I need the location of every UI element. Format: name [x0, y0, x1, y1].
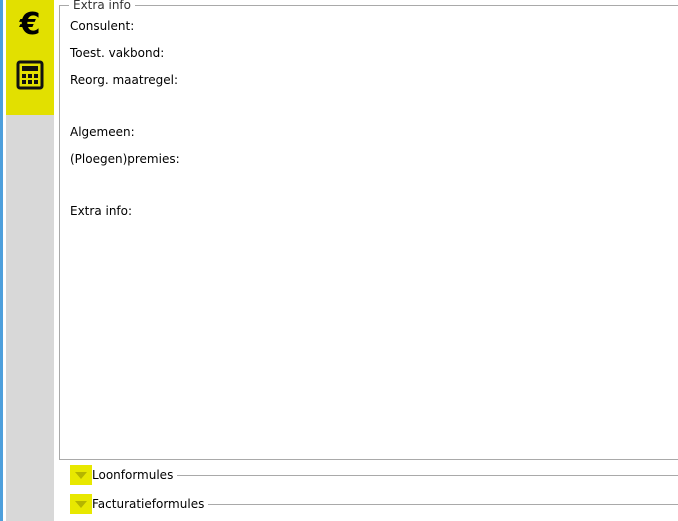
- chevron-down-icon: [75, 500, 87, 508]
- extra-info-label: Extra info:: [70, 204, 133, 218]
- euro-button[interactable]: €: [6, 2, 54, 48]
- consulent-label: Consulent:: [70, 19, 135, 33]
- calculator-icon: [16, 60, 44, 90]
- algemeen-label: Algemeen:: [70, 125, 135, 139]
- expand-toggle-loonformules[interactable]: [70, 465, 92, 485]
- extra-info-legend: Extra info: [69, 0, 135, 12]
- euro-icon: €: [19, 7, 41, 42]
- section-label-facturatieformules: Facturatieformules: [92, 497, 209, 511]
- vakbond-label: Toest. vakbond:: [70, 46, 165, 60]
- maatregel-label: Reorg. maatregel:: [70, 73, 179, 87]
- section-label-loonformules: Loonformules: [92, 468, 178, 482]
- section-loonformules[interactable]: Loonformules: [70, 465, 678, 485]
- side-rail: €: [6, 0, 54, 521]
- expand-toggle-facturatieformules[interactable]: [70, 494, 92, 514]
- chevron-down-icon: [75, 471, 87, 479]
- calculator-button[interactable]: [6, 52, 54, 98]
- section-facturatieformules[interactable]: Facturatieformules: [70, 494, 678, 514]
- premies-label: (Ploegen)premies:: [70, 152, 180, 166]
